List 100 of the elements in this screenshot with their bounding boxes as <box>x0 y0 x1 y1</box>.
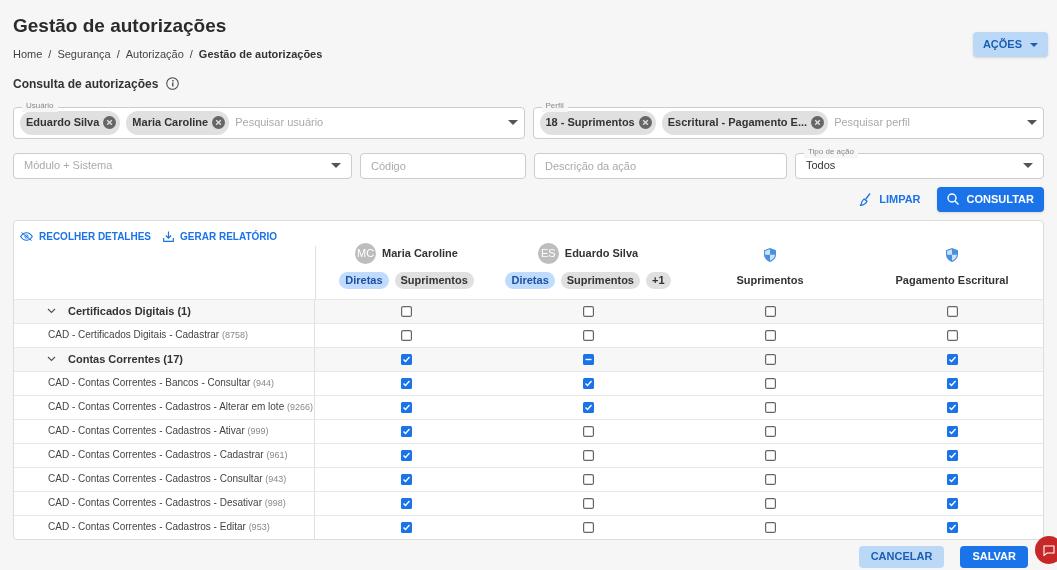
checkbox[interactable] <box>946 329 958 341</box>
feedback-button[interactable] <box>1035 536 1057 564</box>
filter-chip[interactable]: Escritural - Pagamento E... <box>661 110 829 135</box>
checkbox[interactable] <box>764 473 776 485</box>
profile-name: Pagamento Escritural <box>895 273 1009 288</box>
permission-label: CAD - Contas Correntes - Cadastros - Ativar (999) <box>47 424 269 439</box>
breadcrumb-link[interactable]: Autorização <box>125 46 184 63</box>
remove-icon[interactable] <box>638 116 652 129</box>
group-label: Contas Correntes (17) <box>68 351 183 367</box>
search-input[interactable]: Pesquisar usuário <box>235 114 502 131</box>
checkbox[interactable] <box>946 305 958 317</box>
user-name: Eduardo Silva <box>564 245 639 261</box>
checkbox[interactable] <box>764 425 776 437</box>
checkbox[interactable] <box>946 473 958 485</box>
checkbox[interactable] <box>946 425 958 437</box>
checkbox[interactable] <box>946 449 958 461</box>
checkbox[interactable] <box>400 449 412 461</box>
checkbox[interactable] <box>582 401 594 413</box>
checkbox[interactable] <box>582 377 594 389</box>
checkbox[interactable] <box>946 521 958 533</box>
eye-off-icon <box>20 231 33 241</box>
checkbox[interactable] <box>764 521 776 533</box>
breadcrumb-link[interactable]: Segurança <box>57 46 111 63</box>
filter-chip[interactable]: 18 - Suprimentos <box>539 110 656 135</box>
search-icon <box>946 193 959 205</box>
checkbox[interactable] <box>764 449 776 461</box>
avatar: ES <box>537 242 559 264</box>
permission-label: CAD - Contas Correntes - Bancos - Consultar (944) <box>47 376 275 391</box>
checkbox[interactable] <box>400 521 412 533</box>
checkbox[interactable] <box>582 497 594 509</box>
checkbox[interactable] <box>400 329 412 341</box>
remove-icon[interactable] <box>811 116 825 129</box>
remove-icon[interactable] <box>103 116 117 129</box>
breadcrumb-link[interactable]: Home <box>13 46 43 63</box>
dropdown-caret-icon[interactable] <box>1027 120 1037 125</box>
checkbox[interactable] <box>582 353 594 365</box>
dropdown-caret-icon[interactable] <box>1023 163 1033 168</box>
avatar: MC <box>355 242 377 264</box>
profile-tag: Diretas <box>505 271 555 289</box>
checkbox[interactable] <box>400 401 412 413</box>
checkbox[interactable] <box>946 377 958 389</box>
search-input[interactable]: Pesquisar perfil <box>834 114 1021 131</box>
filter-chip[interactable]: Maria Caroline <box>126 110 230 135</box>
breadcrumb-separator: / <box>116 47 120 62</box>
report-button[interactable]: GERAR RELATÓRIO <box>163 228 278 244</box>
caret-icon <box>1030 42 1038 47</box>
permission-label: CAD - Contas Correntes - Cadastros - Consultar (943) <box>47 472 287 487</box>
info-icon[interactable] <box>166 77 180 90</box>
checkbox[interactable] <box>764 329 776 341</box>
permission-label: CAD - Contas Correntes - Cadastros - Alterar em lote (9266) <box>47 400 313 415</box>
checkbox[interactable] <box>400 473 412 485</box>
chevron-icon[interactable] <box>47 308 56 314</box>
shield-icon <box>946 248 958 262</box>
page-title: Gestão de autorizações <box>13 14 228 38</box>
checkbox[interactable] <box>764 497 776 509</box>
checkbox[interactable] <box>582 521 594 533</box>
profile-tag: Suprimentos <box>560 271 640 289</box>
checkbox[interactable] <box>582 329 594 341</box>
module-select[interactable]: Módulo + Sistema <box>13 152 352 179</box>
checkbox[interactable] <box>582 305 594 317</box>
checkbox[interactable] <box>400 305 412 317</box>
module-input[interactable]: Módulo + Sistema <box>24 157 331 174</box>
collapse-details-button[interactable]: RECOLHER DETALHES <box>20 228 152 244</box>
profile-name: Suprimentos <box>736 273 804 288</box>
checkbox[interactable] <box>582 449 594 461</box>
checkbox[interactable] <box>764 353 776 365</box>
chevron-icon[interactable] <box>47 356 56 362</box>
code-field[interactable]: Código <box>360 152 526 179</box>
profile-tag: Suprimentos <box>394 271 474 289</box>
breadcrumb-separator: / <box>48 47 52 62</box>
checkbox[interactable] <box>764 305 776 317</box>
section-title: Consulta de autorizações <box>13 75 159 93</box>
user-name: Maria Caroline <box>382 245 458 261</box>
checkbox[interactable] <box>400 497 412 509</box>
download-icon <box>163 230 175 242</box>
actions-button[interactable]: AÇÕES <box>972 32 1048 57</box>
checkbox[interactable] <box>764 377 776 389</box>
checkbox[interactable] <box>400 377 412 389</box>
checkbox[interactable] <box>764 401 776 413</box>
dropdown-caret-icon[interactable] <box>507 120 518 125</box>
checkbox[interactable] <box>946 497 958 509</box>
checkbox[interactable] <box>946 353 958 365</box>
cancel-button[interactable]: CANCELAR <box>858 545 945 568</box>
checkbox[interactable] <box>946 401 958 413</box>
permission-label: CAD - Contas Correntes - Cadastros - Desativar (998) <box>47 496 286 511</box>
checkbox[interactable] <box>582 425 594 437</box>
shield-icon <box>764 248 776 262</box>
clear-button[interactable]: LIMPAR <box>859 190 921 208</box>
dropdown-caret-icon[interactable] <box>331 163 341 168</box>
remove-icon[interactable] <box>212 116 226 129</box>
checkbox[interactable] <box>400 425 412 437</box>
permission-label: CAD - Contas Correntes - Cadastros - Cadastrar (961) <box>47 448 288 463</box>
checkbox[interactable] <box>582 473 594 485</box>
profile-tag: Diretas <box>339 271 389 289</box>
filter-chip[interactable]: Eduardo Silva <box>20 110 121 135</box>
profile-tag: +1 <box>646 271 671 289</box>
save-button[interactable]: SALVAR <box>960 545 1028 568</box>
checkbox[interactable] <box>400 353 412 365</box>
description-field[interactable]: Descrição da ação <box>534 152 787 179</box>
search-button[interactable]: CONSULTAR <box>936 186 1044 212</box>
